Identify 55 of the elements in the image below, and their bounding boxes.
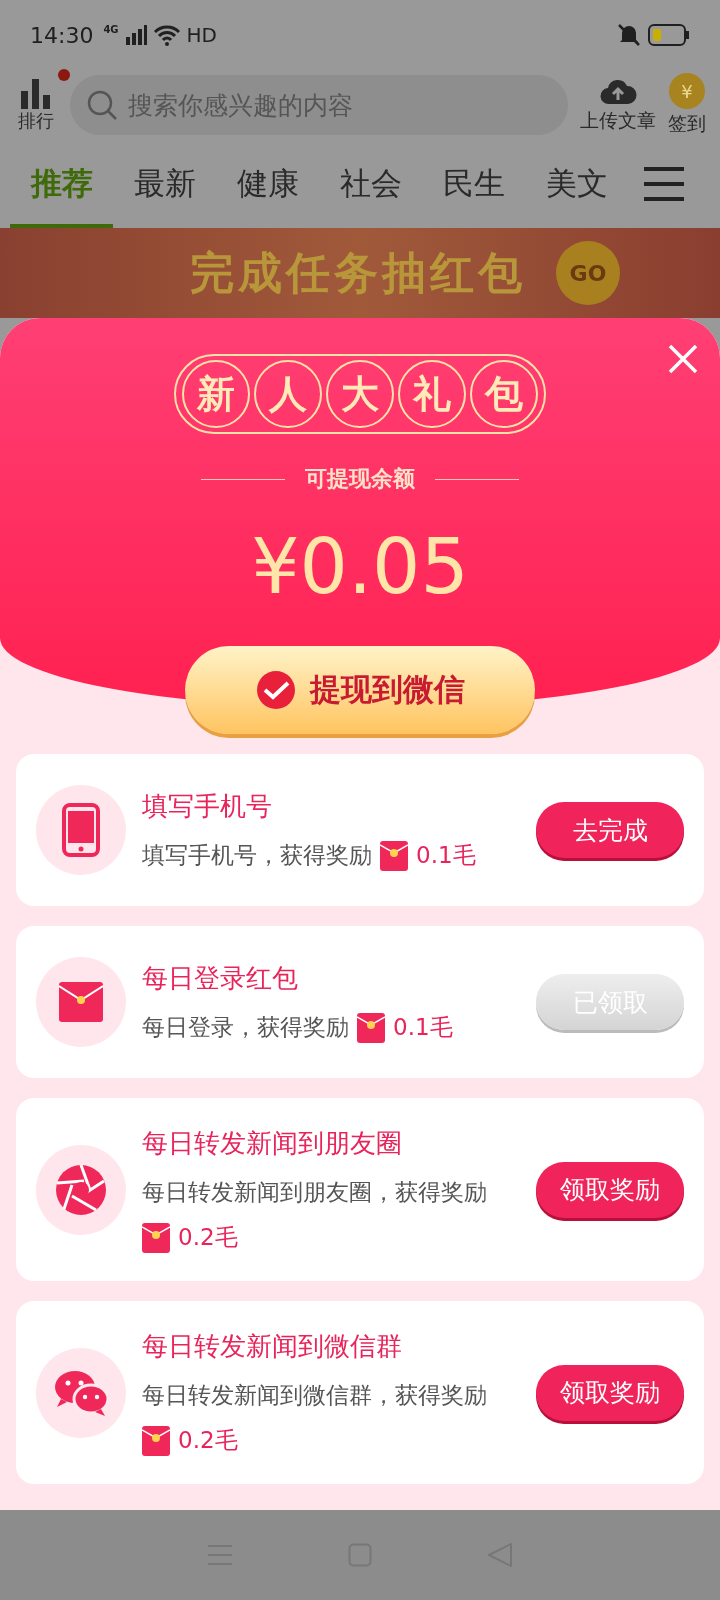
balance-label: 可提现余额	[305, 465, 415, 493]
task-description: 每日登录，获得奖励	[142, 1013, 349, 1042]
wifi-icon	[152, 24, 181, 46]
banner-title: 完成任务抽红包	[190, 245, 526, 300]
chat-bubbles-icon	[53, 1368, 109, 1417]
battery-icon	[648, 23, 690, 47]
category-tab[interactable]: 社会	[319, 140, 422, 228]
signal-icon	[124, 25, 147, 45]
category-tab[interactable]: 民生	[422, 140, 525, 228]
task-action-button[interactable]: 领取奖励	[536, 1161, 684, 1218]
promo-banner[interactable]: 完成任务抽红包 GO	[0, 228, 720, 318]
bar-chart-icon	[19, 77, 53, 109]
balance-amount: ¥0.05	[251, 522, 469, 611]
category-tab[interactable]: 美文	[525, 140, 628, 228]
title-character: 新	[182, 360, 250, 428]
task-title: 填写手机号	[142, 790, 273, 823]
task-action-button[interactable]: 去完成	[536, 802, 684, 858]
task-title: 每日登录红包	[142, 962, 299, 995]
title-character: 礼	[398, 360, 466, 428]
reward-amount: 0.2毛	[178, 1223, 238, 1252]
task-action-button[interactable]: 领取奖励	[536, 1364, 684, 1421]
ranking-button[interactable]: 排行	[14, 77, 58, 133]
menu-icon[interactable]	[642, 166, 686, 202]
aperture-icon	[54, 1162, 108, 1217]
envelope-icon	[142, 1222, 170, 1253]
task-title: 每日转发新闻到朋友圈	[142, 1127, 403, 1160]
mute-icon	[616, 22, 642, 48]
hd-label: HD	[186, 23, 218, 47]
go-badge: GO	[556, 241, 620, 305]
network-label: 4G	[103, 24, 119, 35]
title-character: 人	[254, 360, 322, 428]
check-in-button[interactable]: ¥ 签到	[668, 73, 706, 137]
task-title: 每日转发新闻到微信群	[142, 1330, 403, 1363]
search-icon	[86, 89, 118, 121]
search-field[interactable]: 搜索你感兴趣的内容	[126, 89, 552, 121]
phone-icon	[62, 803, 100, 857]
title-character: 包	[470, 360, 538, 428]
upload-article-button[interactable]: 上传文章	[580, 76, 656, 134]
envelope-icon	[59, 982, 103, 1022]
envelope-icon	[380, 840, 408, 871]
coin-icon: ¥	[669, 73, 705, 109]
envelope-icon	[142, 1425, 170, 1456]
category-tab[interactable]: 健康	[216, 140, 319, 228]
task-description: 每日转发新闻到微信群，获得奖励	[142, 1381, 487, 1410]
task-description: 填写手机号，获得奖励	[142, 841, 372, 870]
task-description: 每日转发新闻到朋友圈，获得奖励	[142, 1178, 487, 1207]
search-bar[interactable]: 搜索你感兴趣的内容	[70, 75, 568, 135]
status-time: 14:30	[30, 22, 94, 48]
envelope-icon	[357, 1012, 385, 1043]
reward-amount: 0.1毛	[393, 1013, 453, 1042]
reward-amount: 0.2毛	[178, 1426, 238, 1455]
close-icon[interactable]	[668, 344, 698, 374]
category-tab[interactable]: 最新	[113, 140, 216, 228]
reward-amount: 0.1毛	[416, 841, 476, 870]
title-character: 大	[326, 360, 394, 428]
